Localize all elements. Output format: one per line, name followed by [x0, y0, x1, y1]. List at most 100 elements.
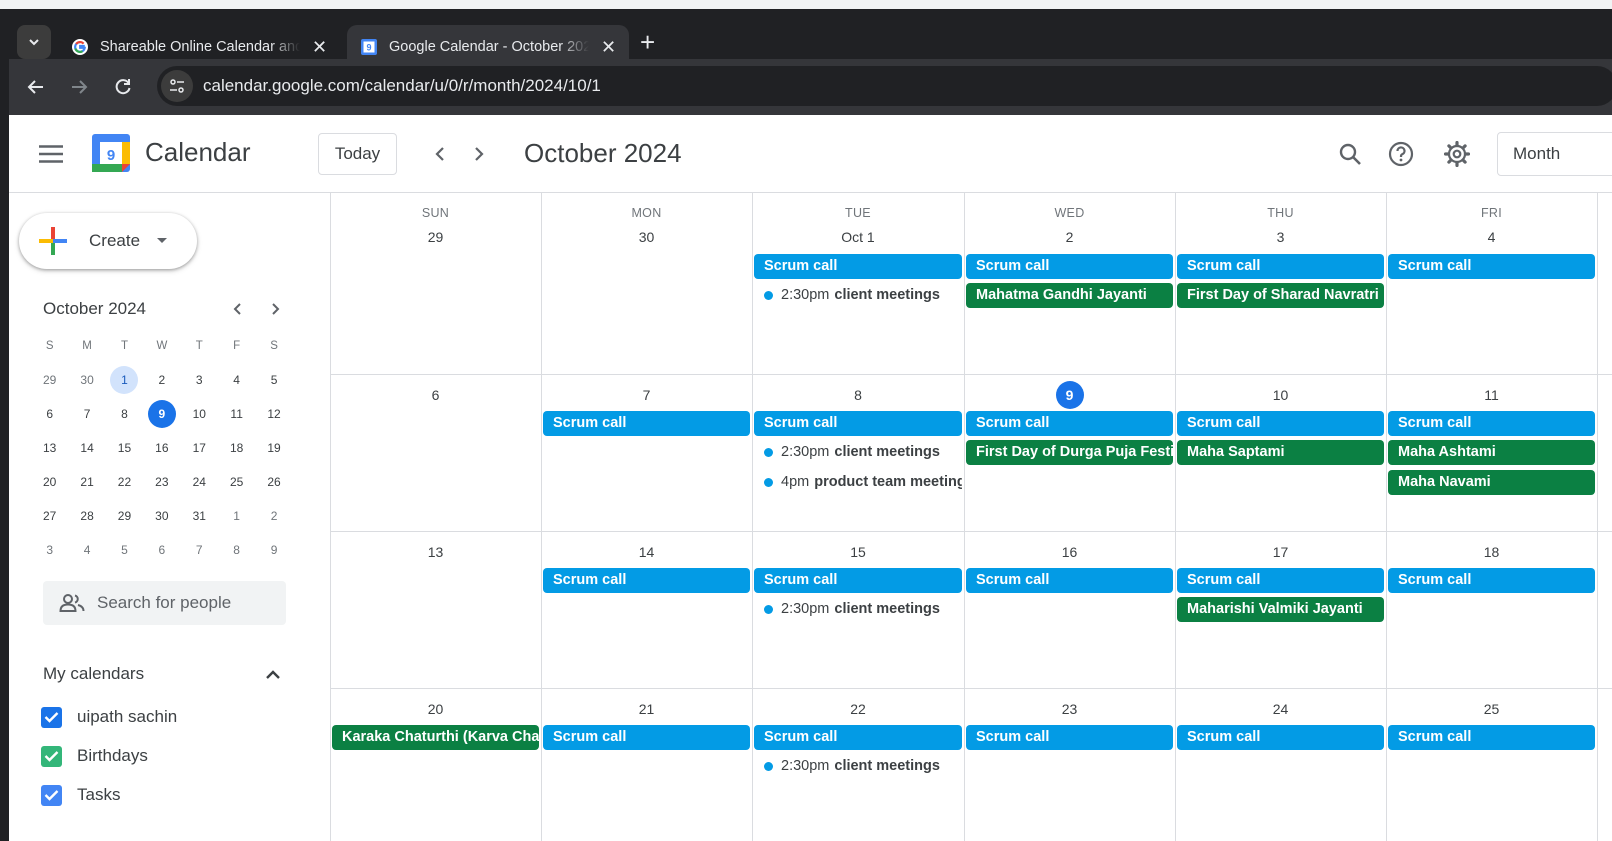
mini-day[interactable]: 5	[255, 366, 292, 394]
event-chip[interactable]: Scrum call	[1388, 411, 1595, 436]
mini-day[interactable]: 1	[218, 502, 255, 530]
mini-day[interactable]: 8	[106, 400, 143, 428]
day-cell[interactable]: 24 Scrum call	[1176, 688, 1385, 841]
mini-day[interactable]: 19	[255, 434, 292, 462]
day-number[interactable]: 16	[965, 538, 1174, 566]
mini-day[interactable]: 16	[143, 434, 180, 462]
day-cell[interactable]: 14 Scrum call	[542, 531, 751, 688]
event-chip[interactable]: Scrum call	[1177, 411, 1384, 436]
mini-day[interactable]: 6	[31, 400, 68, 428]
timed-event[interactable]: 2:30pm client meetings	[754, 754, 962, 779]
mini-day[interactable]: 8	[218, 536, 255, 564]
help-button[interactable]	[1384, 137, 1418, 171]
mini-day[interactable]: 23	[143, 468, 180, 496]
calendar-item[interactable]: Birthdays	[41, 741, 148, 771]
view-switcher[interactable]: Month	[1497, 132, 1612, 176]
mini-day[interactable]: 30	[68, 366, 105, 394]
reload-button[interactable]	[109, 73, 137, 101]
day-cell[interactable]: 16 Scrum call	[965, 531, 1174, 688]
day-cell[interactable]: 17 Scrum call Maharishi Valmiki Jayanti	[1176, 531, 1385, 688]
calendar-checkbox[interactable]	[41, 784, 62, 806]
day-number[interactable]: 11	[1387, 381, 1596, 409]
mini-day[interactable]: 6	[143, 536, 180, 564]
mini-day[interactable]: 7	[68, 400, 105, 428]
mini-day[interactable]: 7	[181, 536, 218, 564]
previous-month-button[interactable]	[425, 139, 455, 169]
day-cell[interactable]: 10 Scrum call Maha Saptami	[1176, 374, 1385, 531]
next-month-button[interactable]	[464, 139, 494, 169]
day-cell[interactable]: 8 Scrum call 2:30pm client meetings 4pm produ…	[753, 374, 963, 531]
day-number[interactable]: 22	[753, 695, 963, 723]
mini-day[interactable]: 30	[143, 502, 180, 530]
day-number[interactable]: 25	[1387, 695, 1596, 723]
event-chip[interactable]: Scrum call	[966, 568, 1173, 593]
holiday-event-chip[interactable]: Maharishi Valmiki Jayanti	[1177, 597, 1384, 623]
day-number[interactable]: 3	[1176, 223, 1385, 251]
search-button[interactable]	[1333, 137, 1367, 171]
day-number[interactable]: 23	[965, 695, 1174, 723]
mini-day[interactable]: 14	[68, 434, 105, 462]
mini-day[interactable]: 11	[218, 400, 255, 428]
day-number[interactable]: 21	[542, 695, 751, 723]
mini-day[interactable]: 4	[68, 536, 105, 564]
holiday-event-chip[interactable]: Mahatma Gandhi Jayanti	[966, 283, 1173, 309]
mini-day[interactable]: 13	[31, 434, 68, 462]
settings-button[interactable]	[1440, 137, 1474, 171]
forward-button[interactable]	[65, 73, 93, 101]
event-chip[interactable]: Scrum call	[1177, 568, 1384, 593]
day-cell[interactable]: WED 2 Scrum call Mahatma Gandhi Jayanti	[965, 193, 1174, 374]
day-cell[interactable]: 13	[331, 531, 540, 688]
holiday-event-chip[interactable]: Maha Navami	[1388, 469, 1595, 495]
holiday-event-chip[interactable]: Karaka Chaturthi (Karva Chauth)	[332, 725, 539, 750]
main-menu-button[interactable]	[36, 139, 66, 169]
day-cell[interactable]: 15 Scrum call 2:30pm client meetings	[753, 531, 963, 688]
mini-day[interactable]: 10	[181, 400, 218, 428]
day-number[interactable]: 13	[331, 538, 540, 566]
day-cell[interactable]: 25 Scrum call	[1387, 688, 1596, 841]
mini-day[interactable]: 2	[255, 502, 292, 530]
event-chip[interactable]: Scrum call	[754, 411, 962, 436]
day-cell[interactable]: 9 Scrum call First Day of Durga Puja Festi…	[965, 374, 1174, 531]
calendar-item[interactable]: Tasks	[41, 780, 120, 810]
event-chip[interactable]: Scrum call	[754, 568, 962, 593]
event-chip[interactable]: Scrum call	[754, 725, 962, 750]
day-number[interactable]: Oct 1	[753, 223, 963, 251]
day-number[interactable]: 15	[753, 538, 963, 566]
timed-event[interactable]: 2:30pm client meetings	[754, 440, 962, 465]
holiday-event-chip[interactable]: First Day of Sharad Navratri	[1177, 283, 1384, 309]
mini-day[interactable]: 9	[255, 536, 292, 564]
close-icon[interactable]: ✕	[312, 38, 327, 56]
day-number[interactable]: 20	[331, 695, 540, 723]
event-chip[interactable]: Scrum call	[543, 725, 750, 750]
day-number[interactable]: 10	[1176, 381, 1385, 409]
day-cell[interactable]: THU 3 Scrum call First Day of Sharad Navrat…	[1176, 193, 1385, 374]
event-chip[interactable]: Scrum call	[543, 568, 750, 593]
day-cell[interactable]: 18 Scrum call	[1387, 531, 1596, 688]
today-button[interactable]: Today	[318, 133, 397, 175]
event-chip[interactable]: Scrum call	[754, 254, 962, 279]
site-info-button[interactable]	[161, 70, 193, 102]
day-number[interactable]: 7	[542, 381, 751, 409]
mini-next-button[interactable]	[263, 299, 287, 319]
event-chip[interactable]: Scrum call	[1177, 254, 1384, 279]
day-cell[interactable]: FRI 4 Scrum call	[1387, 193, 1596, 374]
day-number[interactable]: 29	[331, 223, 540, 251]
event-chip[interactable]: Scrum call	[966, 725, 1173, 750]
day-cell[interactable]: 7 Scrum call	[542, 374, 751, 531]
back-button[interactable]	[22, 73, 50, 101]
mini-day[interactable]: 1	[106, 366, 143, 394]
day-cell[interactable]: 6	[331, 374, 540, 531]
day-number[interactable]: 17	[1176, 538, 1385, 566]
holiday-event-chip[interactable]: First Day of Durga Puja Festivities	[966, 440, 1173, 466]
mini-day[interactable]: 15	[106, 434, 143, 462]
day-cell[interactable]: 20 Karaka Chaturthi (Karva Chauth)	[331, 688, 540, 841]
tab-search-button[interactable]	[17, 25, 51, 59]
mini-day[interactable]: 28	[68, 502, 105, 530]
holiday-event-chip[interactable]: Maha Saptami	[1177, 440, 1384, 466]
event-chip[interactable]: Scrum call	[966, 254, 1173, 279]
mini-day[interactable]: 27	[31, 502, 68, 530]
mini-day[interactable]: 31	[181, 502, 218, 530]
mini-day[interactable]: 3	[31, 536, 68, 564]
mini-day[interactable]: 20	[31, 468, 68, 496]
day-cell[interactable]: MON 30	[542, 193, 751, 374]
